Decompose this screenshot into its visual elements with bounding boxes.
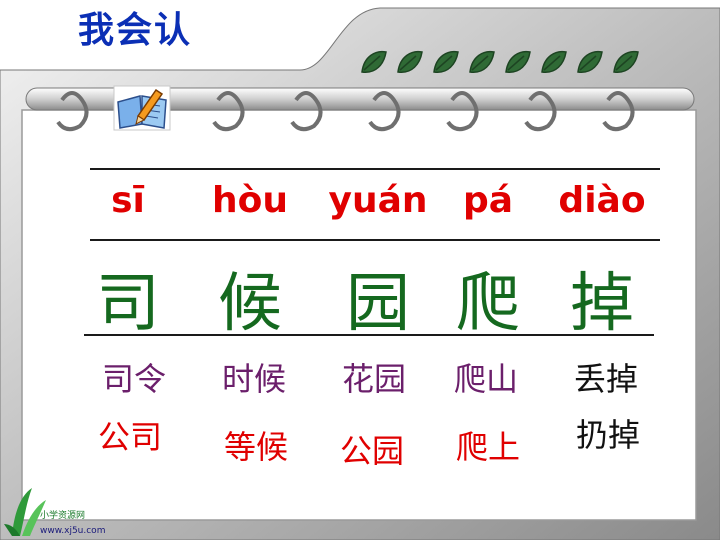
leaf-icon <box>433 50 459 73</box>
leaf-icon <box>541 50 567 73</box>
leaf-icon <box>505 50 531 73</box>
pinyin-label: diào <box>558 180 646 221</box>
leaf-icon <box>361 50 387 73</box>
leaf-icon <box>397 50 423 73</box>
hanzi-character: 爬 <box>456 267 520 341</box>
word-example: 爬山 <box>453 360 518 398</box>
word-row-1: 司令 时候 花园 爬山 丢掉 <box>0 354 720 414</box>
word-example: 花园 <box>341 360 406 398</box>
word-row-2: 公司 等候 公园 爬上 扔掉 <box>0 416 720 476</box>
hanzi-character: 候 <box>218 267 282 341</box>
logo-url: www.xj5u.com <box>40 526 106 536</box>
word-example: 爬上 <box>455 428 520 466</box>
word-example: 公司 <box>97 418 162 456</box>
leaf-icon <box>469 50 495 73</box>
word-example: 时候 <box>221 360 286 398</box>
pinyin-row: sī hòu yuán pá diào <box>0 180 720 240</box>
table-rule <box>90 168 660 170</box>
hanzi-character: 司 <box>96 267 160 341</box>
leaf-decoration <box>358 46 658 80</box>
leaf-icon <box>577 50 603 73</box>
word-example: 司令 <box>101 360 166 398</box>
word-example: 公园 <box>339 432 404 470</box>
hanzi-character: 掉 <box>570 267 634 341</box>
leaf-icon <box>613 50 639 73</box>
hanzi-character: 园 <box>346 267 410 341</box>
word-example: 等候 <box>223 428 288 466</box>
word-example: 扔掉 <box>575 416 640 454</box>
book-pencil-icon <box>113 85 171 131</box>
page-title: 我会认 <box>78 10 193 51</box>
logo-name: 小学资源网 <box>40 511 86 521</box>
word-example: 丢掉 <box>573 360 638 398</box>
hanzi-row: 司候园爬掉 <box>0 252 720 341</box>
